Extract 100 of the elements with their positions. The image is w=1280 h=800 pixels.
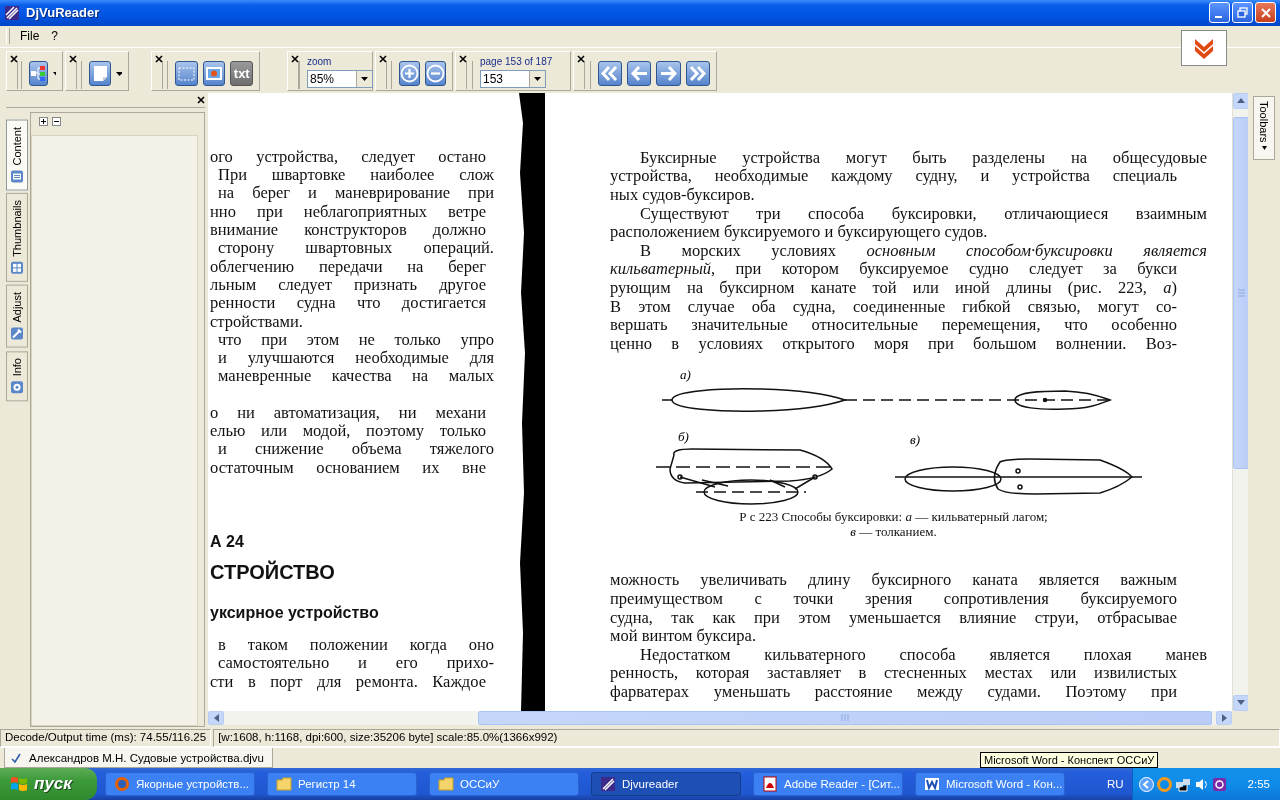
taskbar-button[interactable]: Djvureader xyxy=(591,772,741,796)
close-button[interactable] xyxy=(1255,2,1276,24)
toolbar-grip[interactable] xyxy=(386,60,392,89)
network-icon[interactable] xyxy=(1174,776,1191,792)
toolbar-grip[interactable] xyxy=(17,60,22,89)
toolbar-grip[interactable] xyxy=(584,60,591,89)
wrench-icon xyxy=(10,326,24,341)
document-icon xyxy=(924,776,940,792)
scroll-down-icon[interactable] xyxy=(1237,700,1245,706)
minimize-button[interactable] xyxy=(1209,2,1230,24)
text-line: о ни автоматизация, ни механи xyxy=(210,403,486,423)
double-down-arrow-icon xyxy=(1193,37,1215,59)
reader-app-icon xyxy=(600,776,616,792)
scroll-right-icon[interactable] xyxy=(1221,713,1227,722)
caret-icon xyxy=(1261,146,1267,151)
expand-all-icon[interactable] xyxy=(39,116,48,126)
start-button[interactable]: пуск xyxy=(0,768,97,800)
figure-label: а) xyxy=(680,367,691,383)
close-icon[interactable] xyxy=(10,54,18,63)
zoom-out-button[interactable] xyxy=(425,61,446,87)
text-line: ого устройства, следует остано xyxy=(210,147,486,167)
text-line: При швартовке наиболее слож xyxy=(217,166,494,185)
image-button[interactable] xyxy=(202,61,226,87)
collapse-toolbar-button[interactable] xyxy=(1181,30,1227,66)
tooltip: Microsoft Word - Конспект ОССиУ xyxy=(980,752,1159,768)
page-count-label: page 153 of 187 xyxy=(480,55,553,69)
grid-icon xyxy=(10,261,24,276)
text-line: сти в порт для ремонта. Каждое xyxy=(210,672,486,691)
text-line: Существуют три способа буксировки, отличающиеся взаимным xyxy=(639,204,1207,224)
text-line: Буксирные устройства могут быть разделены на общесудовые xyxy=(639,148,1207,168)
list-icon xyxy=(10,169,24,184)
zoom-dropdown[interactable]: 85% xyxy=(307,69,373,88)
scroll-up-icon[interactable] xyxy=(1237,98,1245,104)
text-line: в таком положении когда оно xyxy=(217,635,494,655)
tree-view-button[interactable] xyxy=(28,61,48,87)
toolbar-grip[interactable] xyxy=(466,60,473,89)
text-line: В морских условиях основным способом·буксировки является xyxy=(640,241,1207,261)
close-icon[interactable] xyxy=(291,54,299,63)
close-icon[interactable] xyxy=(69,54,77,63)
text-line: и улучшаются необходимые для xyxy=(217,349,494,368)
text-line: сторону швартовных операций. xyxy=(217,239,494,258)
toolbar-grip[interactable] xyxy=(162,60,169,89)
collapse-all-icon[interactable] xyxy=(52,116,61,126)
close-icon xyxy=(1260,8,1271,18)
restore-button[interactable] xyxy=(1232,2,1253,24)
sidebar-tab[interactable]: Adjust xyxy=(6,285,28,348)
close-icon[interactable] xyxy=(155,54,163,63)
app-tray-icon[interactable] xyxy=(1211,776,1227,792)
text-line: ренность, которая заставляет в стесненных местах или извилистых xyxy=(610,664,1177,683)
dropdown-caret-icon[interactable] xyxy=(52,71,56,76)
document-tab[interactable]: Александров М.Н. Судовые устройства.djvu xyxy=(4,748,273,768)
taskbar-button[interactable]: Adobe Reader - [Сит... xyxy=(753,772,903,796)
page-dropdown[interactable]: 153 xyxy=(480,69,546,88)
text-button[interactable]: txt xyxy=(230,61,253,87)
dropdown-caret-icon[interactable] xyxy=(116,71,122,76)
text-line: ренности судна что достигается xyxy=(210,294,486,313)
sidebar-tab[interactable]: Thumbnails xyxy=(6,193,28,283)
scroll-left-icon[interactable] xyxy=(213,713,219,722)
dropdown-arrow-icon[interactable] xyxy=(361,76,368,81)
scrollbar-thumb[interactable] xyxy=(1233,116,1248,469)
menu-item[interactable]: File xyxy=(14,27,46,46)
browser-icon xyxy=(114,776,130,792)
language-indicator[interactable]: RU xyxy=(1107,778,1124,790)
toolbars-tab[interactable]: Toolbars xyxy=(1253,95,1275,160)
first-page-button[interactable] xyxy=(597,61,623,87)
text-line: вершать значительные относительные перемещения, что особенно xyxy=(610,316,1177,335)
toolbar-grip[interactable] xyxy=(76,60,83,89)
page-icon xyxy=(92,65,108,83)
last-page-button[interactable] xyxy=(685,61,710,87)
taskbar-button[interactable]: Microsoft Word - Кон... xyxy=(915,772,1065,796)
sidebar-tab[interactable]: Content xyxy=(6,119,28,191)
text-line: можность увеличивать длину буксирного каната является важным xyxy=(610,571,1177,590)
next-page-button[interactable] xyxy=(656,61,681,87)
text-line: самостоятельно и его прихо- xyxy=(217,654,494,673)
close-icon[interactable] xyxy=(379,54,387,63)
previous-page-button[interactable] xyxy=(627,61,652,87)
zoom-in-button[interactable] xyxy=(399,61,420,87)
folder-icon xyxy=(438,776,454,792)
sidebar-tab[interactable]: Info xyxy=(6,350,28,402)
text-line: ценно в условиях открытого моря при большом волнении. Воз- xyxy=(610,334,1177,354)
figure-label: б) xyxy=(678,429,689,445)
dropdown-arrow-icon[interactable] xyxy=(534,76,541,81)
taskbar-button[interactable]: Якорные устройств... xyxy=(105,772,255,796)
speaker-icon[interactable] xyxy=(1193,776,1209,792)
close-panel-icon[interactable] xyxy=(197,95,205,104)
minimize-icon xyxy=(1214,16,1222,18)
text-line: мой винтом буксира. xyxy=(610,627,757,646)
close-icon[interactable] xyxy=(577,54,585,63)
select-area-button[interactable] xyxy=(175,61,198,87)
text-line: фарватерах уменьшать расстояние между судами. Поэтому при xyxy=(610,683,1177,702)
pdf-document-icon xyxy=(762,776,778,792)
taskbar-button[interactable]: ОССиУ xyxy=(429,772,579,796)
close-icon[interactable] xyxy=(459,54,467,63)
taskbar-button[interactable]: Регистр 14 xyxy=(267,772,417,796)
chapter-title: СТРОЙСТВО xyxy=(210,560,336,584)
windows-flag-icon xyxy=(10,776,28,792)
page-view-button[interactable] xyxy=(89,61,111,87)
vertical-scrollbar[interactable] xyxy=(1232,92,1248,711)
menu-item[interactable]: ? xyxy=(45,27,65,46)
figure-caption-line: в — толканием. xyxy=(849,524,938,540)
